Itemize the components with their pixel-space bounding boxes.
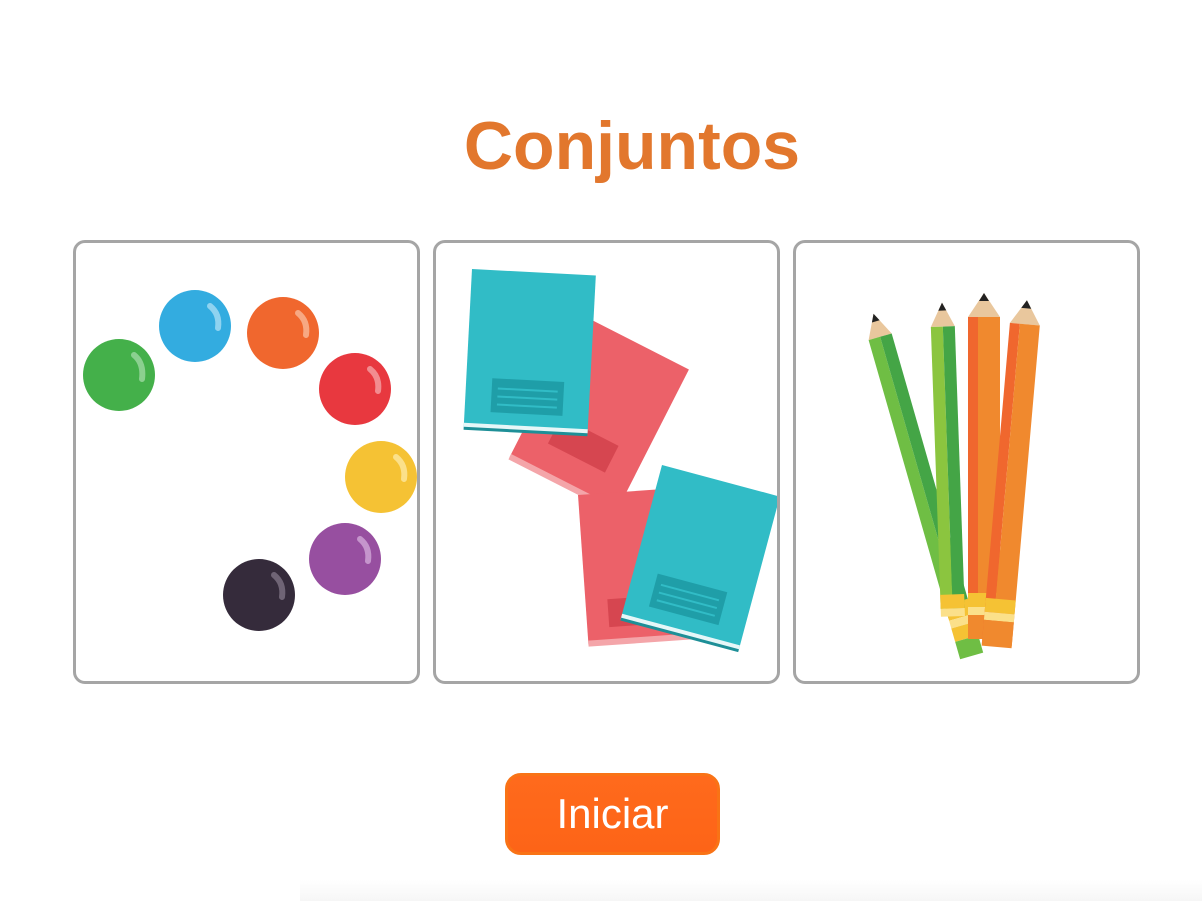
start-button[interactable]: Iniciar [505,773,720,855]
purple-ball [309,523,381,595]
teal-book-top [463,269,596,437]
books-set-card[interactable] [433,240,780,684]
colored-balls-icon [83,290,417,631]
red-ball [319,353,391,425]
pencils-set-card[interactable] [793,240,1140,684]
orange-ball [247,297,319,369]
game-title: Conjuntos [463,108,801,184]
bottom-shade [300,880,1202,901]
game-screen: Conjuntos Iniciar [0,0,1202,901]
green-pencil-left [868,313,984,660]
blue-ball [159,290,231,362]
colored-pencils-icon [868,293,1040,660]
balls-set-card[interactable] [73,240,420,684]
books-icon [463,269,777,653]
yellow-ball [345,441,417,513]
black-ball [223,559,295,631]
green-ball [83,339,155,411]
